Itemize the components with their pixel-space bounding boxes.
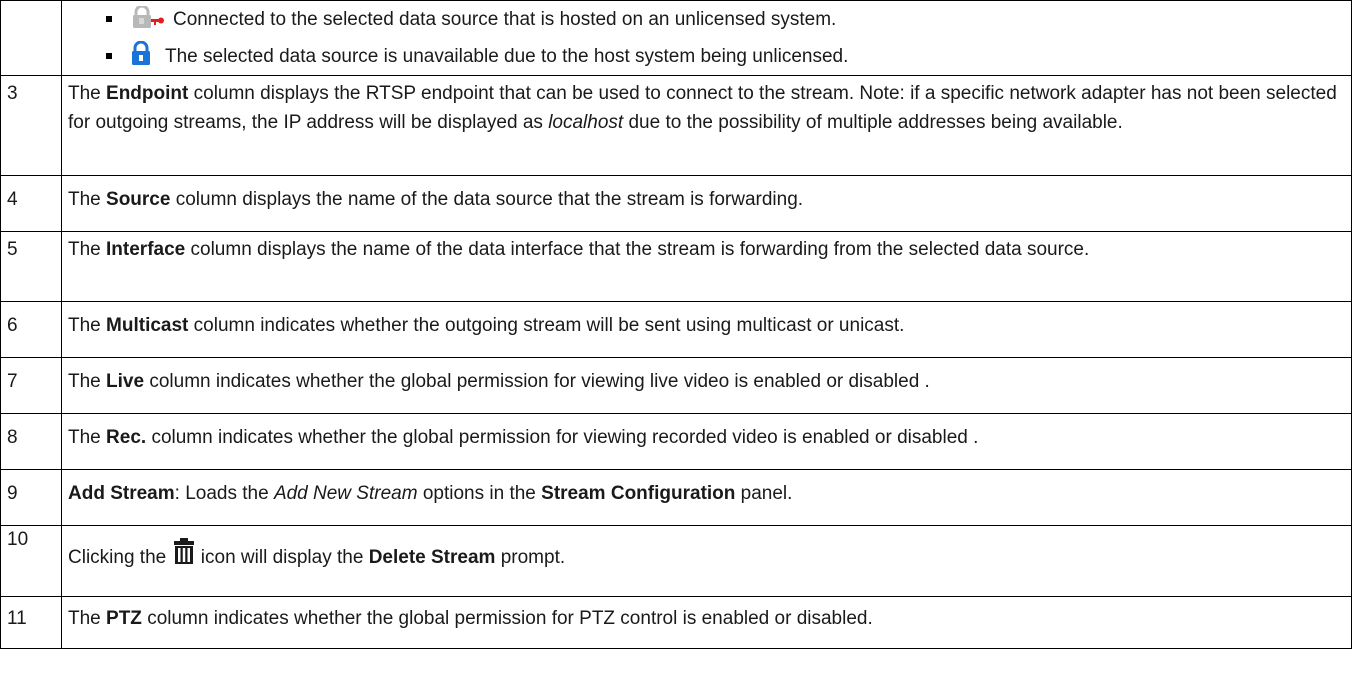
table-row: 3 The Endpoint column displays the RTSP … bbox=[0, 75, 1352, 176]
column-name: PTZ bbox=[106, 608, 142, 629]
unlicensed-connected-icon bbox=[131, 4, 165, 41]
text-run: The bbox=[68, 189, 107, 210]
table-row: 8 The Rec. column indicates whether the … bbox=[0, 413, 1352, 470]
text-run: panel. bbox=[735, 483, 793, 504]
row-description: The PTZ column indicates whether the glo… bbox=[61, 596, 1352, 649]
row-number-cell bbox=[0, 0, 62, 76]
column-name: Live bbox=[106, 371, 145, 392]
row-description: The Multicast column indicates whether t… bbox=[61, 301, 1352, 358]
text-run: The bbox=[68, 608, 107, 629]
table-row: 7 The Live column indicates whether the … bbox=[0, 357, 1352, 414]
panel-name: Stream Configuration bbox=[541, 483, 736, 504]
row-description: The Source column displays the name of t… bbox=[61, 175, 1352, 232]
text-run: due to the possibility of multiple addre… bbox=[623, 112, 1123, 133]
row-number: 3 bbox=[0, 75, 62, 176]
status-icon-list: Connected to the selected data source th… bbox=[68, 1, 1341, 75]
unlicensed-lock-icon bbox=[131, 40, 151, 78]
table-row: 5 The Interface column displays the name… bbox=[0, 231, 1352, 302]
text-run: column indicates whether the global perm… bbox=[144, 371, 930, 392]
row-description: The Live column indicates whether the gl… bbox=[61, 357, 1352, 414]
row-number: 11 bbox=[0, 596, 62, 649]
text-run: column displays the name of the data int… bbox=[185, 239, 1090, 260]
list-item: Connected to the selected data source th… bbox=[106, 1, 1341, 41]
column-name: Rec. bbox=[106, 427, 147, 448]
text-run: The bbox=[68, 239, 107, 260]
text-run: The bbox=[68, 83, 107, 104]
row-description: The Rec. column indicates whether the gl… bbox=[61, 413, 1352, 470]
row-number: 4 bbox=[0, 175, 62, 232]
text-run: The bbox=[68, 427, 107, 448]
emphasis-text: Add New Stream bbox=[273, 483, 418, 504]
row-description: Clicking the icon will display the Delet… bbox=[61, 525, 1352, 597]
text-run: column displays the name of the data sou… bbox=[170, 189, 804, 210]
button-name: Add Stream bbox=[68, 483, 175, 504]
bullet-text: Connected to the selected data source th… bbox=[173, 9, 837, 30]
text-run: column indicates whether the outgoing st… bbox=[188, 315, 905, 336]
row-number: 8 bbox=[0, 413, 62, 470]
row-description: Add Stream: Loads the Add New Stream opt… bbox=[61, 469, 1352, 526]
text-run: Clicking the bbox=[68, 547, 172, 568]
trash-icon bbox=[173, 538, 194, 577]
row-number: 7 bbox=[0, 357, 62, 414]
row-number: 10 bbox=[0, 525, 62, 597]
row-description: The Interface column displays the name o… bbox=[61, 231, 1352, 302]
bullet-text: The selected data source is unavailable … bbox=[165, 46, 849, 67]
table-row: 4 The Source column displays the name of… bbox=[0, 175, 1352, 232]
text-run: prompt. bbox=[495, 547, 566, 568]
text-run: : Loads the bbox=[174, 483, 274, 504]
table-row: 6 The Multicast column indicates whether… bbox=[0, 301, 1352, 358]
table-row: 9 Add Stream: Loads the Add New Stream o… bbox=[0, 469, 1352, 526]
row-number: 9 bbox=[0, 469, 62, 526]
column-name: Interface bbox=[106, 239, 186, 260]
column-name: Multicast bbox=[106, 315, 189, 336]
prompt-name: Delete Stream bbox=[368, 547, 496, 568]
row-number: 6 bbox=[0, 301, 62, 358]
column-name: Source bbox=[106, 189, 171, 210]
text-run: column indicates whether the global perm… bbox=[141, 608, 873, 629]
table-row: Connected to the selected data source th… bbox=[0, 0, 1352, 76]
column-name: Endpoint bbox=[106, 83, 189, 104]
reference-table: Connected to the selected data source th… bbox=[0, 0, 1352, 649]
row-number: 5 bbox=[0, 231, 62, 302]
row-description-cell: Connected to the selected data source th… bbox=[61, 0, 1352, 76]
text-run: options in the bbox=[417, 483, 542, 504]
text-run: icon will display the bbox=[195, 547, 369, 568]
emphasis-text: localhost bbox=[548, 112, 624, 133]
text-run: The bbox=[68, 371, 107, 392]
list-item: The selected data source is unavailable … bbox=[106, 38, 1341, 78]
table-row: 11 The PTZ column indicates whether the … bbox=[0, 596, 1352, 649]
row-description: The Endpoint column displays the RTSP en… bbox=[61, 75, 1352, 176]
text-run: The bbox=[68, 315, 107, 336]
text-run: column indicates whether the global perm… bbox=[146, 427, 979, 448]
table-row: 10 Clicking the icon will display the De… bbox=[0, 525, 1352, 597]
bullet-marker bbox=[106, 53, 112, 59]
bullet-marker bbox=[106, 16, 112, 22]
